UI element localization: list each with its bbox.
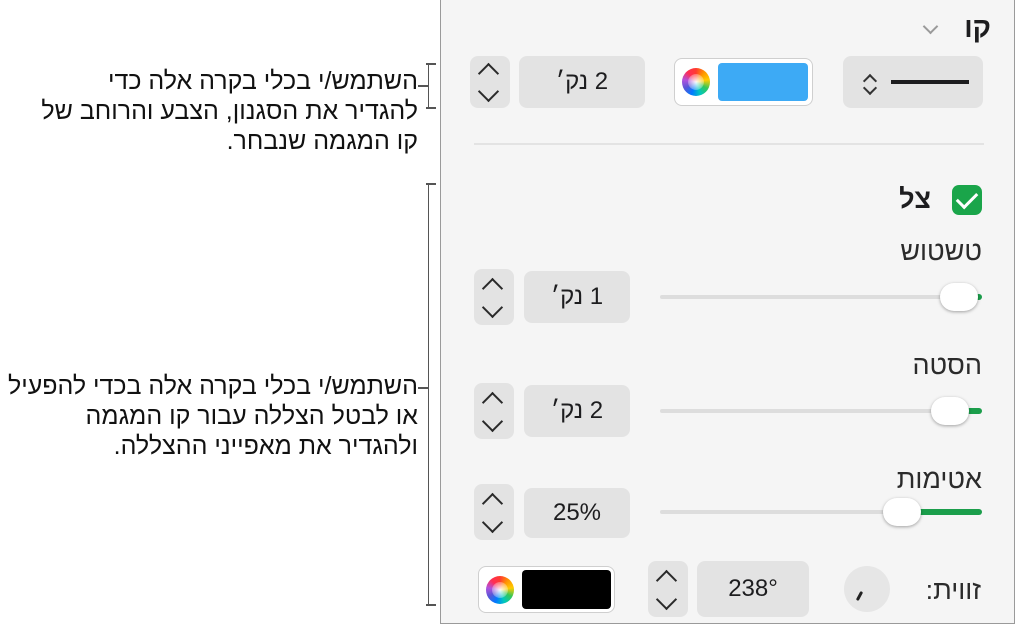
blur-slider[interactable]: [660, 282, 982, 312]
blur-stepper[interactable]: [474, 269, 514, 325]
line-width-stepper[interactable]: [470, 56, 510, 108]
line-style-popup[interactable]: [843, 56, 983, 108]
opacity-slider[interactable]: [660, 497, 982, 527]
stepper-down-icon[interactable]: [481, 511, 504, 534]
stepper-down-icon[interactable]: [481, 296, 504, 319]
shadow-bracket-bottom: [426, 604, 436, 606]
blur-label: טשטוש: [900, 236, 982, 266]
shadow-section-title: צל: [899, 184, 931, 214]
angle-stepper[interactable]: [648, 561, 688, 617]
stroke-bracket-pointer: [418, 85, 428, 87]
stroke-bracket-bottom: [426, 107, 436, 109]
stepper-down-icon[interactable]: [481, 410, 504, 433]
shadow-callout-text: השתמש/י בכלי בקרה אלה בכדי להפעיל או לבט…: [7, 372, 418, 460]
stepper-down-icon[interactable]: [477, 80, 500, 103]
angle-value: 238°: [728, 575, 778, 602]
offset-label: הסטה: [912, 350, 982, 380]
line-width-value: 2 נק׳: [555, 68, 609, 95]
offset-stepper[interactable]: [474, 383, 514, 439]
offset-field[interactable]: 2 נק׳: [524, 385, 630, 437]
blur-slider-track: [660, 295, 982, 299]
opacity-slider-knob[interactable]: [882, 498, 921, 526]
opacity-stepper[interactable]: [474, 484, 514, 540]
angle-knob[interactable]: [844, 566, 890, 612]
offset-value: 2 נק׳: [550, 397, 604, 424]
offset-slider[interactable]: [660, 396, 982, 426]
chevron-down-icon: [922, 18, 939, 35]
angle-label: זווית:: [925, 575, 981, 605]
section-divider: [474, 143, 984, 145]
shadow-color-well[interactable]: [478, 566, 615, 613]
shadow-callout: השתמש/י בכלי בקרה אלה בכדי להפעיל או לבט…: [4, 371, 418, 461]
color-wheel-icon: [682, 68, 710, 96]
color-wheel-icon: [486, 576, 514, 604]
stroke-callout-text: השתמש/י בכלי בקרה אלה כדי להגדיר את הסגנ…: [41, 67, 418, 155]
shadow-bracket-top: [426, 183, 436, 185]
blur-value: 1 נק׳: [550, 283, 604, 310]
shadow-checkbox[interactable]: [952, 185, 982, 215]
shadow-callout-bracket: [426, 183, 429, 605]
opacity-label: אטימות: [896, 464, 982, 494]
line-color-well[interactable]: [674, 58, 813, 106]
shadow-bracket-pointer: [418, 387, 428, 389]
blur-slider-knob[interactable]: [940, 283, 978, 311]
offset-slider-knob[interactable]: [930, 397, 969, 425]
angle-indicator-icon: [855, 590, 864, 602]
stroke-bracket-top: [426, 63, 436, 65]
shadow-color-swatch: [522, 570, 611, 609]
stepper-down-icon[interactable]: [655, 588, 678, 611]
line-section-title: קו: [964, 12, 991, 43]
format-panel: קו 2 נק׳ צל טשטוש 1 נק׳ הסטה 2 נק׳ אטימו…: [440, 0, 1015, 624]
line-section-header[interactable]: קו: [921, 10, 1001, 46]
blur-field[interactable]: 1 נק׳: [524, 271, 630, 323]
checkmark-icon: [955, 186, 979, 210]
opacity-field[interactable]: 25%: [524, 488, 630, 538]
stroke-callout: השתמש/י בכלי בקרה אלה כדי להגדיר את הסגנ…: [30, 66, 418, 156]
angle-field[interactable]: 238°: [697, 561, 809, 617]
line-style-preview: [891, 80, 969, 84]
opacity-value: 25%: [552, 499, 602, 526]
line-width-field[interactable]: 2 נק׳: [519, 56, 645, 108]
line-color-swatch: [718, 63, 808, 101]
